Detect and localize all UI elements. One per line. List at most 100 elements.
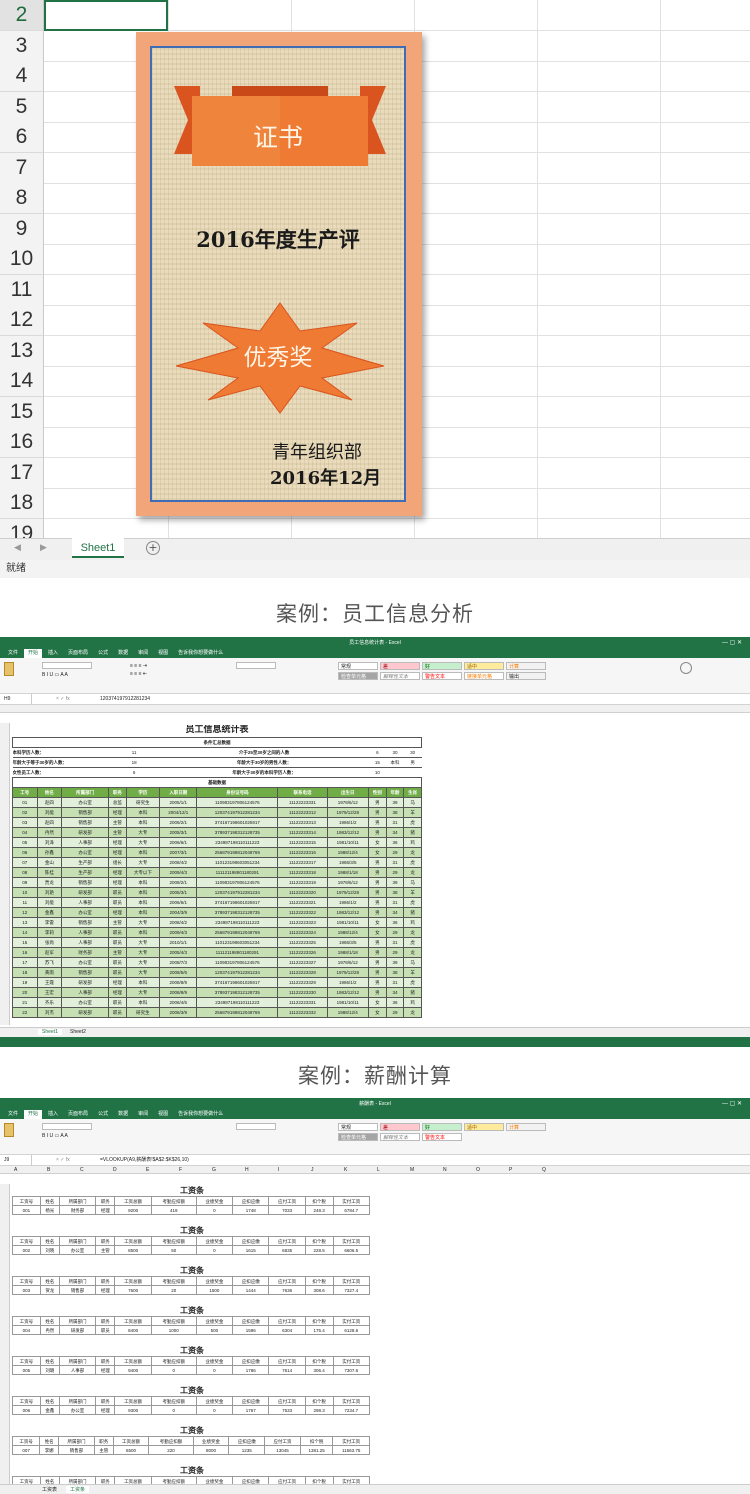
table-cell[interactable]: 研发部	[61, 976, 110, 988]
table-cell[interactable]: 本科	[125, 896, 161, 908]
table-cell[interactable]: 职员	[108, 886, 127, 898]
add-sheet-icon[interactable]: +	[146, 541, 160, 555]
summary-cell[interactable]: 18	[108, 756, 160, 768]
slip-value-cell[interactable]: 1767	[232, 1405, 270, 1415]
table-cell[interactable]: 13	[12, 916, 38, 928]
table-cell[interactable]: 女	[368, 846, 387, 858]
column-letter[interactable]: O	[476, 1166, 480, 1174]
table-cell[interactable]: 19	[12, 976, 38, 988]
style-warn[interactable]: 警告文本	[422, 1133, 462, 1141]
table-cell[interactable]: 生产部	[61, 856, 110, 868]
row-header[interactable]: 7	[0, 152, 44, 184]
table-cell[interactable]: 1979/12/28	[326, 966, 370, 978]
font-name-dropdown[interactable]	[42, 662, 92, 669]
slip-value-cell[interactable]: 金鑫	[39, 1405, 60, 1415]
table-cell[interactable]: 本科	[125, 906, 161, 918]
table-cell[interactable]: 39	[385, 956, 405, 968]
slip-value-cell[interactable]: 228.5	[304, 1245, 334, 1255]
column-letter[interactable]: J	[311, 1166, 314, 1174]
slip-header-cell[interactable]: 应付工资	[268, 1196, 306, 1206]
slip-value-cell[interactable]: 6304	[268, 1325, 306, 1335]
table-cell[interactable]: 234987198110111223	[196, 996, 279, 1008]
menu-tab[interactable]: 公式	[94, 1110, 112, 1119]
window-controls-icon[interactable]: — ▢ ✕	[722, 637, 742, 649]
table-cell[interactable]: 王霞	[36, 976, 63, 988]
slip-value-cell[interactable]: 004	[12, 1325, 41, 1335]
column-header-cell[interactable]: 身份证号码	[196, 786, 279, 798]
column-letter[interactable]: M	[410, 1166, 414, 1174]
table-cell[interactable]: 经理	[108, 846, 127, 858]
column-header-cell[interactable]: 出生日	[326, 786, 370, 798]
slip-value-cell[interactable]: 6835	[268, 1245, 306, 1255]
column-letter[interactable]: D	[113, 1166, 117, 1174]
table-cell[interactable]: 财务部	[61, 946, 110, 958]
table-cell[interactable]: 34	[385, 826, 405, 838]
table-cell[interactable]: 378937198312128735	[196, 906, 279, 918]
slip-header-cell[interactable]: 姓名	[39, 1436, 60, 1446]
table-cell[interactable]: 11122223328	[277, 966, 328, 978]
table-cell[interactable]: 研发部	[61, 886, 110, 898]
sheet-tab-1[interactable]: Sheet1	[38, 1029, 62, 1035]
menu-tab[interactable]: 视图	[154, 649, 172, 658]
style-bad[interactable]: 差	[380, 1123, 420, 1131]
table-cell[interactable]: 鸡	[403, 836, 422, 848]
style-normal[interactable]: 常规	[338, 662, 378, 670]
column-header-cell[interactable]: 入职日期	[159, 786, 198, 798]
formula-input[interactable]: =VLOOKUP(A9,薪酬表!$A$2:$K$26,10)	[100, 1155, 189, 1166]
style-neutral[interactable]: 适中	[464, 1123, 504, 1131]
table-cell[interactable]: 男	[368, 956, 387, 968]
slip-header-cell[interactable]: 实付工资	[332, 1236, 371, 1246]
table-cell[interactable]: 经理	[108, 976, 127, 988]
slip-value-cell[interactable]: 419	[150, 1205, 197, 1215]
row-header[interactable]: 10	[0, 244, 44, 275]
table-cell[interactable]: 男	[368, 906, 387, 918]
table-cell[interactable]: 120374197912281234	[196, 966, 279, 978]
slip-value-cell[interactable]: 经理	[95, 1405, 116, 1415]
slip-value-cell[interactable]: 李娜	[39, 1445, 60, 1455]
slip-header-cell[interactable]: 应扣应缴	[232, 1396, 270, 1406]
table-cell[interactable]: 虎	[403, 976, 422, 988]
summary-cell[interactable]	[386, 766, 404, 778]
table-cell[interactable]: 256879198812048769	[196, 1006, 279, 1018]
table-cell[interactable]: 378937198312128735	[196, 826, 279, 838]
column-letter[interactable]: P	[509, 1166, 512, 1174]
slip-header-cell[interactable]: 业绩奖金	[195, 1396, 234, 1406]
table-cell[interactable]: 10	[12, 886, 38, 898]
table-cell[interactable]: 11122223325	[277, 936, 328, 948]
font-format-buttons[interactable]: B I U ▭ A A	[42, 672, 122, 678]
row-header[interactable]: 5	[0, 91, 44, 123]
table-cell[interactable]: 大专	[125, 916, 161, 928]
table-cell[interactable]: 马	[403, 796, 422, 808]
menu-tab[interactable]: 开始	[24, 649, 43, 658]
window-controls-icon[interactable]: — ▢ ✕	[722, 1098, 742, 1110]
table-cell[interactable]: 大专	[125, 956, 161, 968]
slip-value-cell[interactable]: 0	[150, 1365, 197, 1375]
slip-header-cell[interactable]: 应扣应缴	[232, 1196, 270, 1206]
table-cell[interactable]: 大专以下	[125, 866, 161, 878]
menu-tab[interactable]: 文件	[4, 649, 22, 658]
menu-tab[interactable]: 文件	[4, 1110, 22, 1119]
slip-value-cell[interactable]: 销售部	[58, 1285, 97, 1295]
summary-cell[interactable]: 15	[368, 756, 387, 768]
slip-value-cell[interactable]: 经理	[95, 1205, 116, 1215]
slip-value-cell[interactable]: 9300	[114, 1405, 152, 1415]
number-format-dropdown[interactable]	[236, 1123, 276, 1130]
column-header-cell[interactable]: 学历	[125, 786, 161, 798]
table-cell[interactable]: 2008/5/6	[159, 966, 198, 978]
menu-tab[interactable]: 页面布局	[64, 1110, 92, 1119]
slip-header-cell[interactable]: 应扣应缴	[232, 1276, 270, 1286]
table-cell[interactable]: 猪	[403, 986, 422, 998]
table-cell[interactable]: 2008/8/9	[159, 986, 198, 998]
table-cell[interactable]: 111121198801180291	[196, 866, 279, 878]
column-header-cell[interactable]: 年龄	[385, 786, 405, 798]
table-cell[interactable]: 主管	[108, 826, 127, 838]
slip-value-cell[interactable]: 002	[12, 1245, 41, 1255]
table-cell[interactable]: 人事部	[61, 986, 110, 998]
table-cell[interactable]: 经理	[108, 806, 127, 818]
slip-value-cell[interactable]: 308.6	[304, 1285, 334, 1295]
slip-header-cell[interactable]: 工资总额	[114, 1356, 152, 1366]
row-header[interactable]: 16	[0, 427, 44, 458]
table-cell[interactable]: 06	[12, 846, 38, 858]
slip-value-cell[interactable]: 8400	[114, 1325, 152, 1335]
slip-value-cell[interactable]: 6606.5	[332, 1245, 371, 1255]
